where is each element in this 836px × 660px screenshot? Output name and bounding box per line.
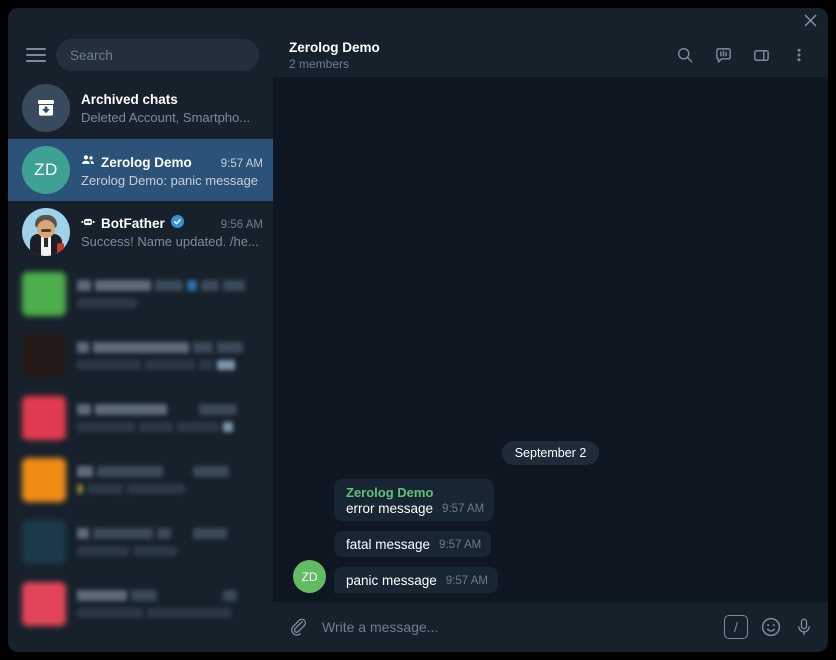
avatar	[22, 458, 66, 502]
avatar-spacer	[293, 524, 326, 557]
avatar-spacer	[293, 488, 326, 521]
chat-title: BotFather	[101, 216, 165, 231]
message-time: 9:57 AM	[439, 539, 482, 551]
message-row[interactable]: ZD panic message 9:57 AM	[293, 560, 808, 593]
microphone-icon[interactable]	[794, 617, 814, 637]
chat-row-botfather[interactable]: BotFather 9:56 AM Success! Name updated.…	[8, 201, 273, 263]
message-composer: Write a message... /	[273, 602, 828, 652]
archived-chats-row[interactable]: Archived chats Deleted Account, Smartpho…	[8, 77, 273, 139]
message-bubble[interactable]: fatal message 9:57 AM	[334, 531, 492, 557]
blurred-content	[77, 404, 263, 432]
page-title: Zerolog Demo	[289, 39, 380, 55]
list-item[interactable]	[8, 573, 273, 635]
chat-list[interactable]: Archived chats Deleted Account, Smartpho…	[8, 77, 273, 652]
title-bar	[8, 8, 828, 33]
message-bubble[interactable]: Zerolog Demo error message 9:57 AM	[334, 479, 495, 521]
chat-header: Zerolog Demo 2 members	[273, 33, 828, 77]
info-panel-icon[interactable]	[744, 38, 778, 72]
smiley-icon[interactable]	[760, 616, 782, 638]
message-bubble[interactable]: panic message 9:57 AM	[334, 567, 499, 593]
message-text: fatal message	[346, 537, 431, 552]
group-icon	[81, 153, 95, 167]
search-icon[interactable]	[668, 38, 702, 72]
chat-row-zerolog-demo[interactable]: ZD Zerolog Demo 9:57 AM Zerolog Demo: pa…	[8, 139, 273, 201]
list-item[interactable]	[8, 449, 273, 511]
avatar[interactable]: ZD	[293, 560, 326, 593]
archived-title: Archived chats	[81, 91, 178, 107]
avatar-initials: ZD	[301, 569, 318, 584]
avatar	[22, 520, 66, 564]
blurred-content	[77, 590, 263, 618]
blurred-content	[77, 280, 263, 308]
more-menu-icon[interactable]	[782, 38, 816, 72]
list-item[interactable]	[8, 263, 273, 325]
chat-row-content: Zerolog Demo 9:57 AM Zerolog Demo: panic…	[81, 153, 263, 188]
chat-preview: Zerolog Demo: panic message	[81, 172, 259, 188]
avatar	[22, 208, 70, 256]
bot-icon	[81, 216, 95, 228]
member-count: 2 members	[289, 56, 350, 71]
avatar	[22, 396, 66, 440]
chat-title: Zerolog Demo	[101, 154, 192, 170]
message-row[interactable]: Zerolog Demo error message 9:57 AM	[293, 479, 808, 521]
avatar	[22, 582, 66, 626]
chat-time: 9:57 AM	[220, 157, 263, 170]
list-item[interactable]	[8, 387, 273, 449]
topics-icon[interactable]	[706, 38, 740, 72]
blurred-content	[77, 342, 263, 370]
message-time: 9:57 AM	[442, 503, 485, 515]
paperclip-icon[interactable]	[289, 617, 310, 638]
message-sender: Zerolog Demo	[346, 485, 434, 500]
chat-row-content: BotFather 9:56 AM Success! Name updated.…	[81, 215, 263, 249]
close-window-button[interactable]	[792, 8, 828, 33]
chat-pane: Zerolog Demo 2 members September 2 Zerol…	[273, 33, 828, 652]
avatar: ZD	[22, 146, 70, 194]
message-row[interactable]: fatal message 9:57 AM	[293, 524, 808, 557]
sidebar-toolbar: Search	[8, 33, 273, 77]
avatar	[22, 334, 66, 378]
message-text: error message	[346, 501, 434, 516]
chat-header-titles[interactable]: Zerolog Demo 2 members	[289, 40, 664, 71]
message-time: 9:57 AM	[445, 575, 489, 587]
sidebar: Search Archived chats Deleted Account, S…	[8, 33, 273, 652]
search-placeholder: Search	[70, 47, 113, 63]
avatar-initials: ZD	[34, 160, 58, 179]
message-input[interactable]: Write a message...	[322, 619, 712, 635]
date-separator-label: September 2	[501, 441, 600, 465]
chat-preview: Success! Name updated. /he...	[81, 234, 259, 249]
archived-chats-text: Archived chats Deleted Account, Smartpho…	[81, 92, 263, 125]
list-item[interactable]	[8, 325, 273, 387]
command-button[interactable]: /	[724, 615, 748, 639]
archived-subtitle: Deleted Account, Smartpho...	[81, 109, 251, 125]
list-item[interactable]	[8, 511, 273, 573]
chat-time: 9:56 AM	[220, 219, 263, 231]
archive-box-icon	[22, 84, 70, 132]
avatar	[22, 272, 66, 316]
search-input[interactable]: Search	[56, 39, 259, 71]
hamburger-menu-icon[interactable]	[26, 48, 46, 62]
blurred-content	[77, 528, 263, 556]
message-list: September 2 Zerolog Demo error message 9…	[273, 77, 828, 602]
blurred-content	[77, 466, 263, 494]
window-body: Search Archived chats Deleted Account, S…	[8, 33, 828, 652]
telegram-window: Search Archived chats Deleted Account, S…	[8, 8, 828, 652]
date-separator: September 2	[293, 441, 808, 465]
message-text: panic message	[346, 573, 437, 588]
verified-badge-icon	[170, 215, 184, 228]
